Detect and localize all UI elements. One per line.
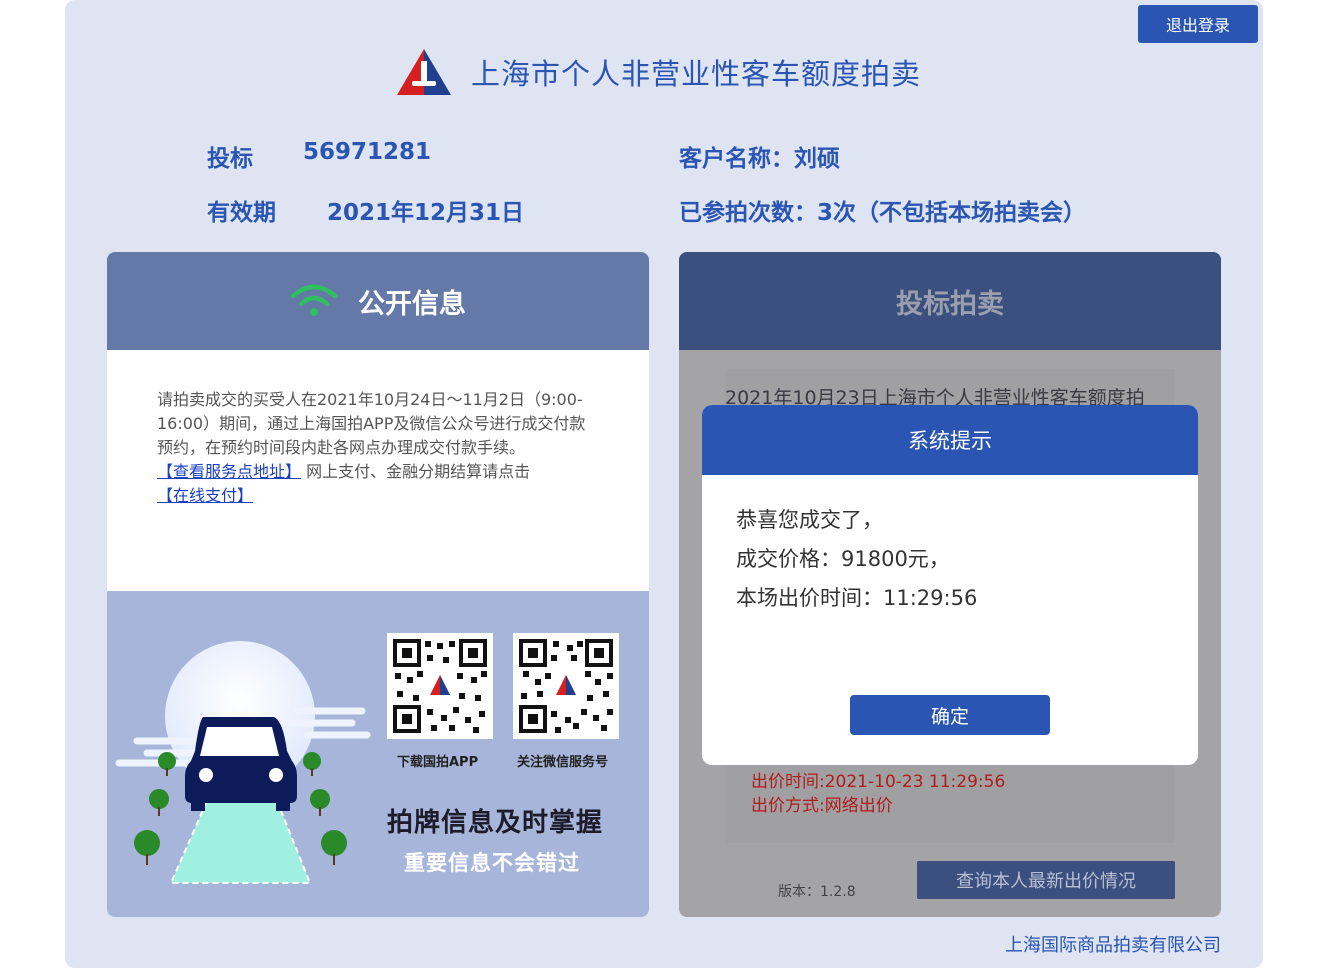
public-info-title: 公开信息 [358, 288, 466, 320]
public-info-panel: 公开信息 请拍卖成交的买受人在2021年10月24日～11月2日（9:00-16… [107, 252, 649, 917]
qr-code-icon [519, 639, 613, 733]
bid-label: 投标 [207, 146, 253, 172]
query-latest-bid-button[interactable]: 查询本人最新出价情况 [917, 861, 1175, 899]
wechat-qr-code [513, 633, 619, 739]
participation-count: 已参拍次数：3次（不包括本场拍卖会） [679, 200, 1087, 226]
online-pay-link[interactable]: 【在线支付】 [157, 486, 253, 505]
auction-logo-icon [397, 49, 451, 95]
car-illustration [115, 641, 371, 884]
service-address-link[interactable]: 【查看服务点地址】 [157, 462, 301, 481]
bid-number: 56971281 [303, 139, 432, 165]
bid-time-text: 出价时间:2021-10-23 11:29:56 [751, 772, 1006, 792]
promo-sub-text: 重要信息不会错过 [404, 851, 580, 875]
public-info-header: 公开信息 [107, 252, 649, 350]
page-title: 上海市个人非营业性客车额度拍卖 [471, 57, 922, 91]
page-header: 上海市个人非营业性客车额度拍卖 [395, 46, 921, 98]
wechat-qr-label: 关注微信服务号 [517, 755, 609, 770]
notice-text: 请拍卖成交的买受人在2021年10月24日～11月2日（9:00-16:00）期… [157, 390, 586, 457]
dialog-line-congrats: 恭喜您成交了， [736, 508, 883, 532]
valid-date: 2021年12月31日 [327, 200, 525, 226]
app-qr-code [387, 633, 493, 739]
notice-body: 请拍卖成交的买受人在2021年10月24日～11月2日（9:00-16:00）期… [107, 350, 649, 591]
system-alert-dialog: 系统提示 恭喜您成交了， 成交价格：91800元， 本场出价时间：11:29:5… [702, 405, 1198, 765]
valid-label: 有效期 [207, 200, 276, 226]
dialog-line-price: 成交价格：91800元， [736, 547, 950, 571]
qr-code-icon [393, 639, 487, 733]
customer-name: 客户名称：刘硕 [679, 146, 840, 172]
dialog-line-time: 本场出价时间：11:29:56 [736, 586, 978, 610]
version-text: 版本：1.2.8 [778, 884, 856, 900]
logout-button[interactable]: 退出登录 [1138, 5, 1258, 43]
bidding-title: 投标拍卖 [896, 288, 1004, 320]
dialog-body: 恭喜您成交了， 成交价格：91800元， 本场出价时间：11:29:56 [702, 475, 1198, 618]
notice-mid: 网上支付、金融分期结算请点击 [301, 462, 531, 481]
promo-banner: 下载国拍APP 关注微信服务号 拍牌信息及时掌握 重要信息不会错过 [107, 591, 649, 917]
wifi-signal-icon [290, 284, 338, 316]
confirm-button[interactable]: 确定 [850, 695, 1050, 735]
bid-method-text: 出价方式:网络出价 [751, 796, 893, 816]
app-qr-label: 下载国拍APP [397, 755, 479, 770]
bidding-header: 投标拍卖 [679, 252, 1221, 350]
promo-main-text: 拍牌信息及时掌握 [387, 808, 604, 838]
company-footer: 上海国际商品拍卖有限公司 [1005, 935, 1221, 956]
dialog-title: 系统提示 [702, 405, 1198, 475]
